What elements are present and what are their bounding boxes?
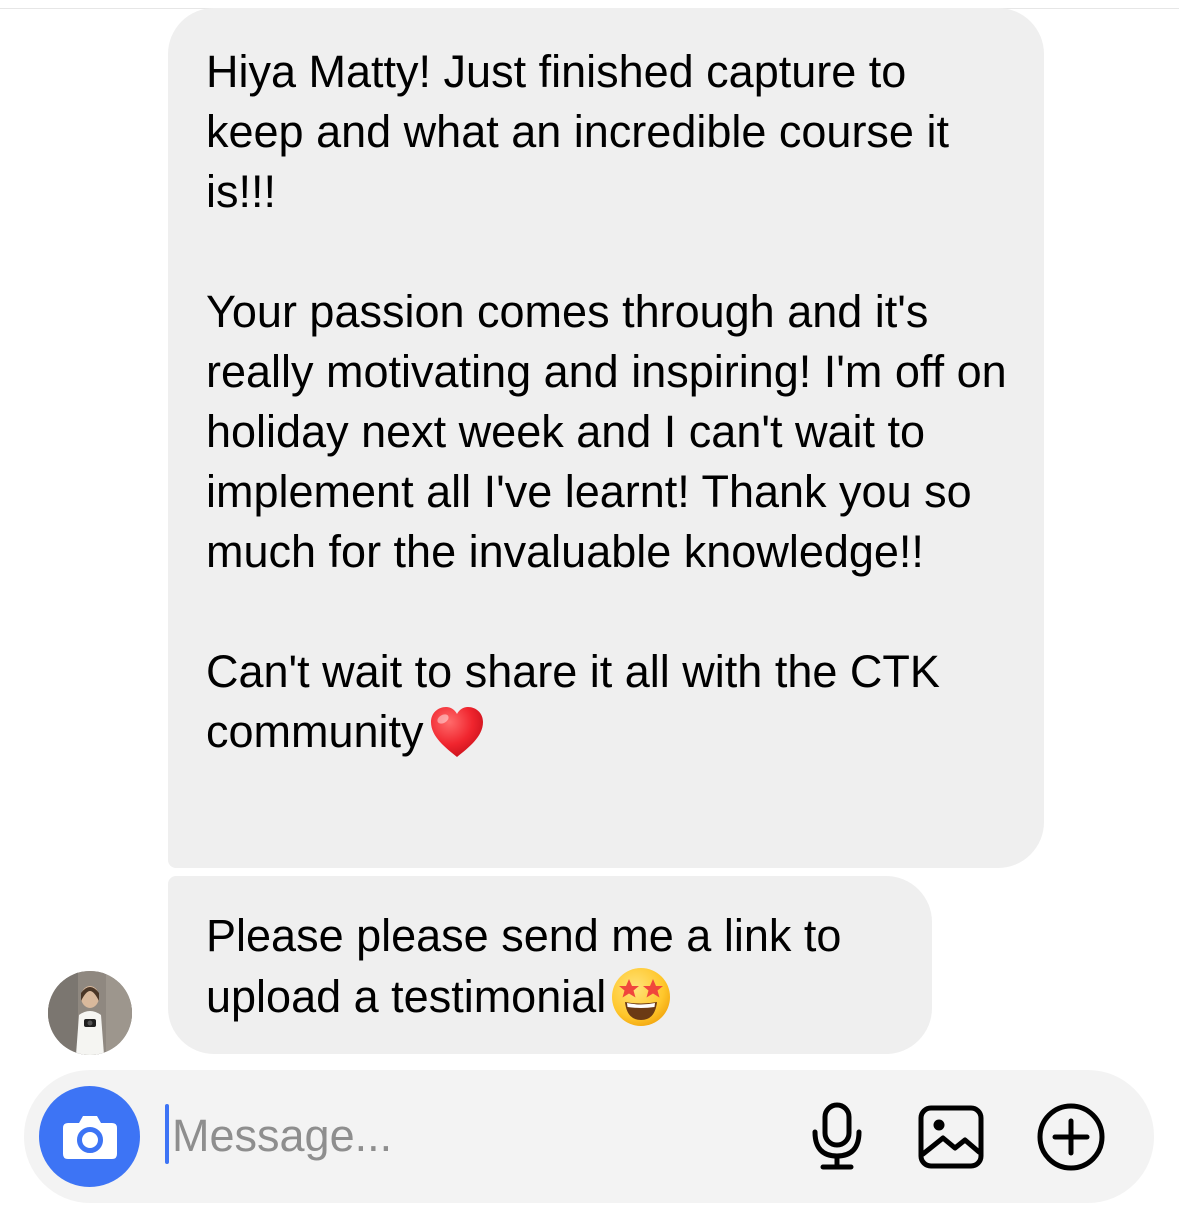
message-composer [24,1070,1154,1203]
add-button[interactable] [1034,1100,1108,1174]
gallery-button[interactable] [914,1100,988,1174]
message-bubble[interactable]: Hiya Matty! Just finished capture to kee… [168,8,1044,868]
gallery-icon [918,1105,984,1169]
text-caret [165,1104,169,1164]
avatar[interactable] [48,971,132,1055]
avatar-photo [48,971,132,1055]
message-bubble[interactable]: Please please send me a link to upload a… [168,876,932,1054]
star-struck-face-icon [612,968,671,1026]
camera-button[interactable] [39,1086,140,1187]
message-input[interactable] [172,1096,772,1176]
add-icon [1037,1103,1105,1171]
message-text: Hiya Matty! Just finished capture to kee… [206,46,1007,757]
camera-icon [62,1115,117,1159]
microphone-button[interactable] [800,1100,874,1174]
message-text: Please please send me a link to upload a… [206,910,854,1022]
microphone-icon [812,1102,862,1170]
red-heart-icon [430,707,483,757]
